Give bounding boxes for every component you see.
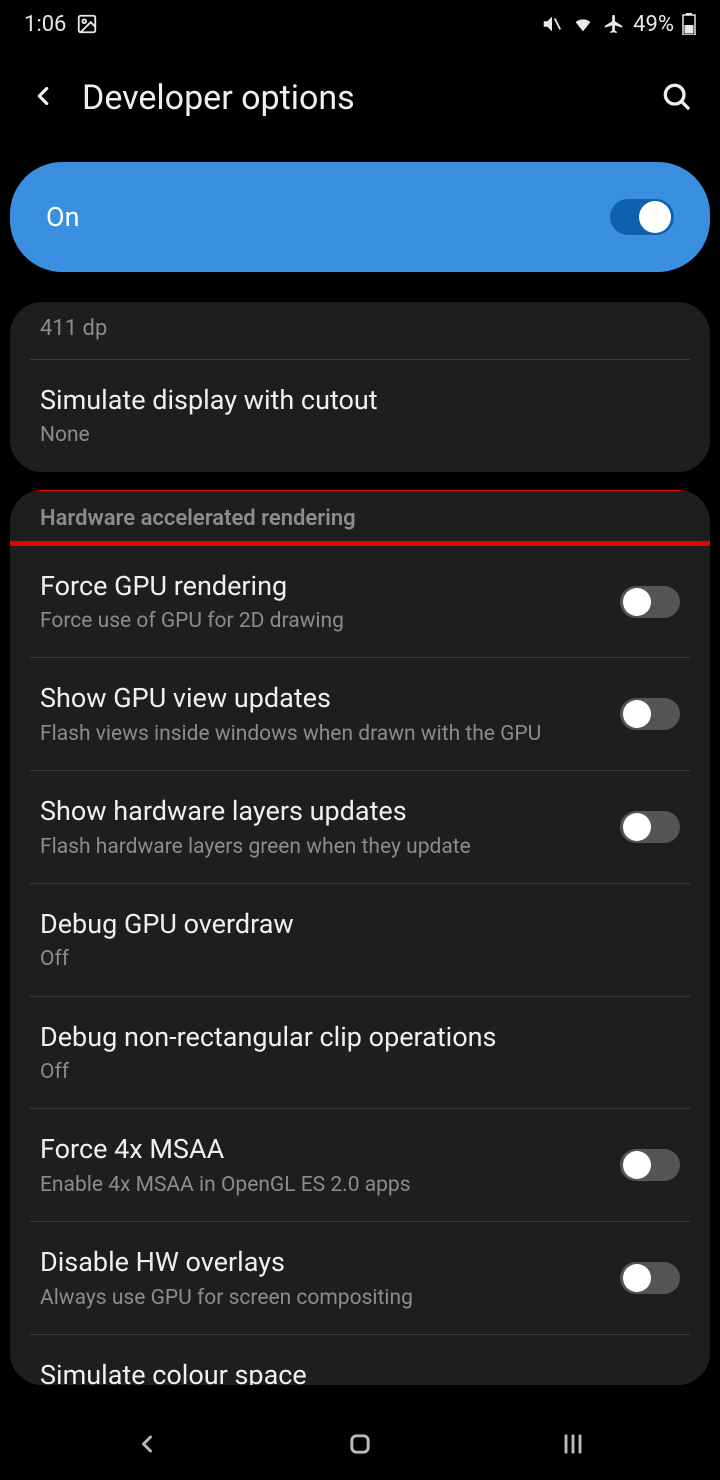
setting-sub: Flash hardware layers green when they up… <box>40 834 600 861</box>
mute-icon <box>541 13 563 35</box>
battery-icon <box>682 13 696 35</box>
setting-title: Simulate colour space <box>40 1357 660 1385</box>
setting-disable-hw-overlays[interactable]: Disable HW overlays Always use GPU for s… <box>10 1222 710 1334</box>
setting-simulate-colour-space[interactable]: Simulate colour space <box>10 1335 710 1385</box>
nav-back-button[interactable] <box>133 1430 161 1462</box>
setting-title: Force 4x MSAA <box>40 1131 600 1167</box>
setting-force-4x-msaa[interactable]: Force 4x MSAA Enable 4x MSAA in OpenGL E… <box>10 1109 710 1221</box>
chevron-left-icon <box>28 81 58 111</box>
switch-knob <box>623 700 651 728</box>
back-button[interactable] <box>20 73 66 123</box>
setting-title: Show GPU view updates <box>40 680 600 716</box>
search-button[interactable] <box>652 72 700 124</box>
toggle-switch[interactable] <box>620 586 680 618</box>
wifi-icon <box>571 13 595 35</box>
setting-sub: Force use of GPU for 2D drawing <box>40 608 600 635</box>
setting-sub: Off <box>40 946 660 973</box>
page-title: Developer options <box>82 78 652 118</box>
setting-simulate-cutout[interactable]: Simulate display with cutout None <box>10 360 710 472</box>
settings-card-2: Hardware accelerated rendering Force GPU… <box>10 490 710 1385</box>
toggle-switch[interactable] <box>620 698 680 730</box>
status-bar: 1:06 49% <box>0 0 720 48</box>
setting-show-gpu-view-updates[interactable]: Show GPU view updates Flash views inside… <box>10 658 710 770</box>
section-header-hardware-rendering: Hardware accelerated rendering <box>10 490 710 545</box>
setting-sub: Off <box>40 1059 660 1086</box>
settings-card-1: 411 dp Simulate display with cutout None <box>10 302 710 472</box>
switch-knob <box>623 1264 651 1292</box>
nav-home-button[interactable] <box>346 1430 374 1462</box>
setting-title: Show hardware layers updates <box>40 793 600 829</box>
page-header: Developer options <box>0 48 720 156</box>
battery-percent: 49% <box>633 12 674 37</box>
setting-show-hw-layers-updates[interactable]: Show hardware layers updates Flash hardw… <box>10 771 710 883</box>
setting-title: Debug GPU overdraw <box>40 906 660 942</box>
chevron-left-icon <box>133 1430 161 1458</box>
toggle-switch[interactable] <box>620 1149 680 1181</box>
navigation-bar <box>0 1412 720 1480</box>
setting-title: Simulate display with cutout <box>40 382 660 418</box>
setting-debug-non-rect-clip[interactable]: Debug non-rectangular clip operations Of… <box>10 997 710 1109</box>
switch-knob <box>639 201 671 233</box>
setting-sub: Always use GPU for screen compositing <box>40 1285 600 1312</box>
setting-sub: Enable 4x MSAA in OpenGL ES 2.0 apps <box>40 1172 600 1199</box>
switch-knob <box>623 813 651 841</box>
master-toggle-row[interactable]: On <box>10 162 710 272</box>
switch-knob <box>623 588 651 616</box>
status-time: 1:06 <box>24 12 66 37</box>
switch-knob <box>623 1151 651 1179</box>
partial-item-above: 411 dp <box>10 302 710 359</box>
setting-sub: None <box>40 422 660 449</box>
recents-icon <box>559 1430 587 1458</box>
master-toggle-label: On <box>46 201 80 233</box>
setting-force-gpu-rendering[interactable]: Force GPU rendering Force use of GPU for… <box>10 546 710 658</box>
master-switch[interactable] <box>610 199 674 235</box>
setting-title: Force GPU rendering <box>40 568 600 604</box>
setting-debug-gpu-overdraw[interactable]: Debug GPU overdraw Off <box>10 884 710 996</box>
setting-title: Disable HW overlays <box>40 1244 600 1280</box>
image-icon <box>76 13 98 35</box>
toggle-switch[interactable] <box>620 1262 680 1294</box>
nav-recents-button[interactable] <box>559 1430 587 1462</box>
airplane-icon <box>603 13 625 35</box>
setting-title: Debug non-rectangular clip operations <box>40 1019 660 1055</box>
home-icon <box>346 1430 374 1458</box>
setting-sub: Flash views inside windows when drawn wi… <box>40 721 600 748</box>
toggle-switch[interactable] <box>620 811 680 843</box>
search-icon <box>660 80 692 112</box>
